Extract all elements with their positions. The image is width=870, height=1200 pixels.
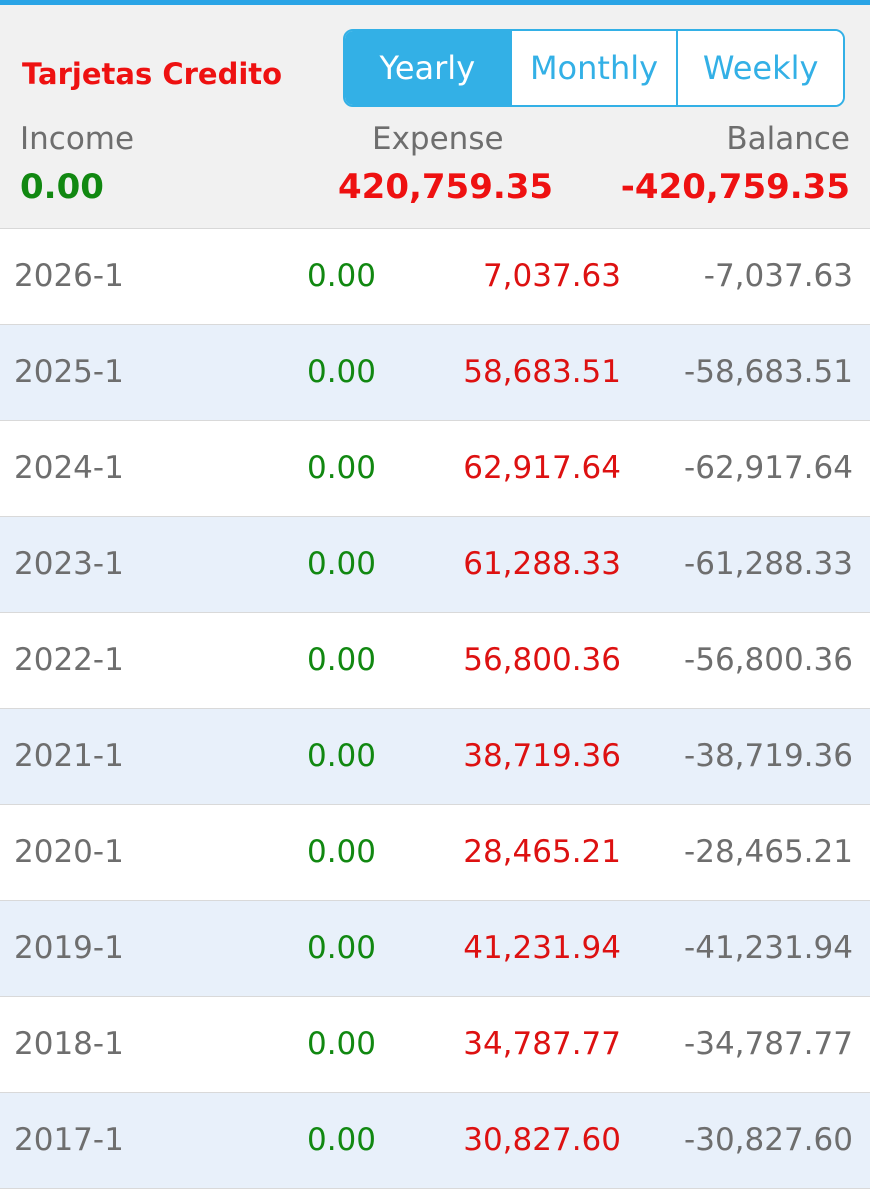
row-income: 0.00 <box>306 834 376 870</box>
period-row[interactable]: 2022-1 0.00 56,800.36 -56,800.36 <box>0 613 870 709</box>
row-period: 2019-1 <box>14 930 124 966</box>
row-income: 0.00 <box>306 1122 376 1158</box>
row-balance: -62,917.64 <box>684 450 853 486</box>
period-selector: Yearly Monthly Weekly <box>343 29 845 107</box>
expense-total: 420,759.35 <box>338 167 554 207</box>
row-expense: 61,288.33 <box>463 546 621 582</box>
period-row[interactable]: 2026-1 0.00 7,037.63 -7,037.63 <box>0 229 870 325</box>
row-balance: -56,800.36 <box>684 642 853 678</box>
row-income: 0.00 <box>306 738 376 774</box>
row-income: 0.00 <box>306 546 376 582</box>
row-period: 2026-1 <box>14 258 124 294</box>
row-balance: -38,719.36 <box>684 738 853 774</box>
row-balance: -58,683.51 <box>684 354 853 390</box>
row-period: 2018-1 <box>14 1026 124 1062</box>
expense-label: Expense <box>372 121 504 157</box>
row-balance: -30,827.60 <box>684 1122 853 1158</box>
row-expense: 30,827.60 <box>463 1122 621 1158</box>
period-row[interactable]: 2019-1 0.00 41,231.94 -41,231.94 <box>0 901 870 997</box>
row-expense: 28,465.21 <box>463 834 621 870</box>
period-row[interactable]: 2023-1 0.00 61,288.33 -61,288.33 <box>0 517 870 613</box>
row-period: 2017-1 <box>14 1122 124 1158</box>
row-balance: -28,465.21 <box>684 834 853 870</box>
row-period: 2023-1 <box>14 546 124 582</box>
row-income: 0.00 <box>306 450 376 486</box>
account-title: Tarjetas Credito <box>22 57 283 91</box>
row-expense: 7,037.63 <box>482 258 621 294</box>
period-tab-weekly[interactable]: Weekly <box>676 31 843 105</box>
income-label: Income <box>20 121 135 157</box>
row-balance: -7,037.63 <box>703 258 853 294</box>
period-row[interactable]: 2021-1 0.00 38,719.36 -38,719.36 <box>0 709 870 805</box>
period-row[interactable]: 2025-1 0.00 58,683.51 -58,683.51 <box>0 325 870 421</box>
row-income: 0.00 <box>306 930 376 966</box>
row-expense: 34,787.77 <box>463 1026 621 1062</box>
row-income: 0.00 <box>306 642 376 678</box>
period-row[interactable]: 2020-1 0.00 28,465.21 -28,465.21 <box>0 805 870 901</box>
row-period: 2022-1 <box>14 642 124 678</box>
income-total: 0.00 <box>20 167 104 207</box>
period-row[interactable]: 2018-1 0.00 34,787.77 -34,787.77 <box>0 997 870 1093</box>
row-income: 0.00 <box>306 354 376 390</box>
row-balance: -34,787.77 <box>684 1026 853 1062</box>
row-income: 0.00 <box>306 258 376 294</box>
row-expense: 58,683.51 <box>463 354 621 390</box>
row-period: 2020-1 <box>14 834 124 870</box>
row-income: 0.00 <box>306 1026 376 1062</box>
summary-header: Tarjetas Credito Yearly Monthly Weekly I… <box>0 5 870 229</box>
row-expense: 41,231.94 <box>463 930 621 966</box>
row-expense: 38,719.36 <box>463 738 621 774</box>
period-tab-yearly[interactable]: Yearly <box>345 31 510 105</box>
period-list: 2026-1 0.00 7,037.63 -7,037.63 2025-1 0.… <box>0 229 870 1189</box>
row-period: 2024-1 <box>14 450 124 486</box>
period-row[interactable]: 2024-1 0.00 62,917.64 -62,917.64 <box>0 421 870 517</box>
balance-label: Balance <box>726 121 850 157</box>
row-period: 2025-1 <box>14 354 124 390</box>
row-expense: 56,800.36 <box>463 642 621 678</box>
row-balance: -41,231.94 <box>684 930 853 966</box>
period-row[interactable]: 2017-1 0.00 30,827.60 -30,827.60 <box>0 1093 870 1189</box>
row-balance: -61,288.33 <box>684 546 853 582</box>
balance-total: -420,759.35 <box>620 167 850 207</box>
row-expense: 62,917.64 <box>463 450 621 486</box>
row-period: 2021-1 <box>14 738 124 774</box>
period-tab-monthly[interactable]: Monthly <box>509 31 677 105</box>
